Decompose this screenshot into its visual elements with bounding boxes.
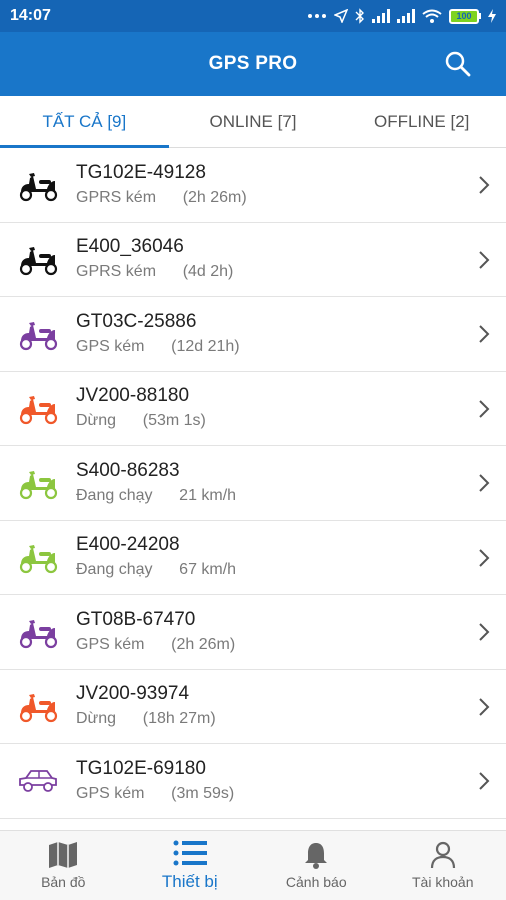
device-text: TG102E-49128 GPRS kém (2h 26m) xyxy=(76,161,506,209)
signal-icon-2 xyxy=(397,9,415,23)
list-icon xyxy=(173,840,207,866)
device-status: Đang chạy 21 km/h xyxy=(76,486,237,504)
scooter-icon xyxy=(0,242,76,276)
device-text: JV200-93974 Dừng (18h 27m) xyxy=(76,682,506,730)
device-name: JV200-93974 xyxy=(76,683,190,705)
device-text: E400-24208 Đang chạy 67 km/h xyxy=(76,533,506,581)
device-text: JV200-88180 Dừng (53m 1s) xyxy=(76,384,506,432)
nav-map-label: Bản đồ xyxy=(41,874,86,890)
chevron-right-icon xyxy=(479,772,490,790)
device-row[interactable]: TG102E-69180 GPS kém (3m 59s) xyxy=(0,744,506,819)
scooter-icon xyxy=(0,168,76,202)
device-name: S400-86283 xyxy=(76,459,180,481)
chevron-right-icon xyxy=(479,325,490,343)
device-name: JV200-88180 xyxy=(76,385,190,407)
map-icon xyxy=(49,842,78,868)
device-row[interactable]: S400-86283 Đang chạy 21 km/h xyxy=(0,446,506,521)
scooter-icon xyxy=(0,689,76,723)
nav-map[interactable]: Bản đồ xyxy=(0,831,127,900)
scooter-icon xyxy=(0,615,76,649)
status-time: 14:07 xyxy=(10,7,51,24)
chevron-right-icon xyxy=(479,250,490,269)
status-bar: 14:07 100 xyxy=(0,0,506,32)
device-text: GT08B-67470 GPS kém (2h 26m) xyxy=(76,608,506,656)
device-status: GPRS kém (2h 26m) xyxy=(76,188,247,206)
search-icon[interactable] xyxy=(444,50,472,78)
device-text: S400-86283 Đang chạy 21 km/h xyxy=(76,459,506,507)
bluetooth-icon xyxy=(355,8,364,24)
car-icon xyxy=(0,766,76,796)
device-status: Dừng (18h 27m) xyxy=(76,710,216,728)
chevron-right-icon xyxy=(479,623,490,641)
app-bar: GPS PRO xyxy=(0,32,506,96)
device-status: Dừng (53m 1s) xyxy=(76,412,206,430)
chevron-right-icon xyxy=(479,697,490,716)
device-row[interactable]: E400-24208 Đang chạy 67 km/h xyxy=(0,521,506,595)
device-name: E400-24208 xyxy=(76,534,180,556)
device-text: TG102E-69180 GPS kém (3m 59s) xyxy=(76,757,506,805)
wifi-icon xyxy=(422,9,442,23)
filter-tabs: TẤT CẢ [9] ONLINE [7] OFFLINE [2] xyxy=(0,96,506,148)
device-status: GPRS kém (4d 2h) xyxy=(76,263,234,281)
nav-devices-label: Thiết bị xyxy=(161,872,218,891)
device-row[interactable]: GT03C-25886 GPS kém (12d 21h) xyxy=(0,297,506,372)
device-row[interactable]: E400_36046 GPRS kém (4d 2h) xyxy=(0,223,506,297)
device-row[interactable]: GT08B-67470 GPS kém (2h 26m) xyxy=(0,595,506,670)
bell-icon xyxy=(305,843,328,869)
nav-alerts[interactable]: Cảnh báo xyxy=(253,831,380,900)
scooter-icon xyxy=(0,540,76,574)
scooter-icon xyxy=(0,466,76,500)
device-text: E400_36046 GPRS kém (4d 2h) xyxy=(76,235,506,283)
device-status: GPS kém (2h 26m) xyxy=(76,635,236,653)
device-name: GT08B-67470 xyxy=(76,608,196,630)
battery-icon: 100 xyxy=(449,8,481,24)
chevron-right-icon xyxy=(479,399,490,418)
tab-offline[interactable]: OFFLINE [2] xyxy=(337,96,506,147)
signal-icon xyxy=(372,9,390,23)
device-row[interactable]: TG102E-49128 GPRS kém (2h 26m) xyxy=(0,148,506,223)
bottom-nav: Bản đồ Thiết bị Cảnh báo Tài khoản xyxy=(0,830,506,900)
device-status: GPS kém (12d 21h) xyxy=(76,337,240,355)
scooter-icon xyxy=(0,391,76,425)
device-row[interactable]: JV200-93974 Dừng (18h 27m) xyxy=(0,670,506,744)
tab-all[interactable]: TẤT CẢ [9] xyxy=(0,96,169,148)
device-status: GPS kém (3m 59s) xyxy=(76,784,235,802)
chevron-right-icon xyxy=(479,548,490,567)
chevron-right-icon xyxy=(479,474,490,492)
device-status: Đang chạy 67 km/h xyxy=(76,561,237,579)
chevron-right-icon xyxy=(479,176,490,194)
device-name: GT03C-25886 xyxy=(76,310,197,332)
nav-account[interactable]: Tài khoản xyxy=(380,831,506,900)
device-text: GT03C-25886 GPS kém (12d 21h) xyxy=(76,310,506,358)
scooter-icon xyxy=(0,317,76,351)
nav-alerts-label: Cảnh báo xyxy=(285,874,347,890)
device-name: TG102E-69180 xyxy=(76,757,206,779)
charging-icon xyxy=(488,9,496,23)
more-dots-icon xyxy=(308,14,326,18)
device-name: E400_36046 xyxy=(76,236,184,258)
nav-devices[interactable]: Thiết bị xyxy=(127,831,254,900)
device-list: TG102E-49128 GPRS kém (2h 26m) E400_36046 G… xyxy=(0,148,506,830)
device-row[interactable]: JV200-88180 Dừng (53m 1s) xyxy=(0,372,506,446)
app-title: GPS PRO xyxy=(208,53,298,74)
status-icons: 100 xyxy=(307,8,496,24)
tab-online[interactable]: ONLINE [7] xyxy=(169,96,338,147)
location-arrow-icon xyxy=(334,9,348,23)
user-icon xyxy=(430,841,455,869)
nav-account-label: Tài khoản xyxy=(412,874,474,890)
device-name: TG102E-49128 xyxy=(76,161,206,183)
